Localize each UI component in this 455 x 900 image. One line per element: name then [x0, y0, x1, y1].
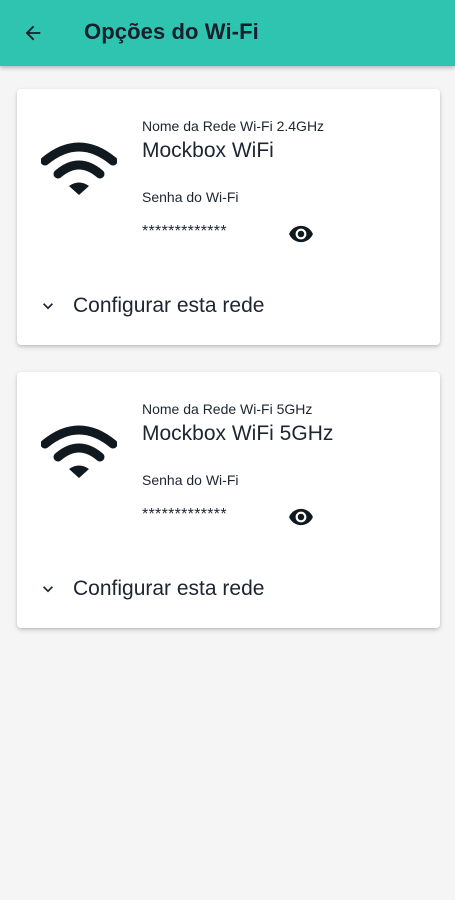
show-password-button[interactable]: [287, 505, 315, 529]
eye-icon: [289, 225, 313, 243]
network-ssid: Mockbox WiFi 5GHz: [142, 422, 334, 445]
wifi-network-card-2-4ghz: Nome da Rede Wi-Fi 2.4GHz Mockbox WiFi S…: [17, 89, 440, 345]
password-value: *************: [142, 223, 227, 240]
wifi-icon: [41, 425, 117, 478]
page-title: Opções do Wi-Fi: [84, 19, 259, 44]
chevron-down-icon: [37, 295, 59, 317]
configure-network-label: Configurar esta rede: [73, 577, 265, 600]
wifi-icon: [41, 142, 117, 195]
network-name-label: Nome da Rede Wi-Fi 2.4GHz: [142, 118, 325, 134]
eye-icon: [289, 508, 313, 526]
chevron-down-icon: [37, 578, 59, 600]
show-password-button[interactable]: [287, 222, 315, 246]
configure-network-label: Configurar esta rede: [73, 294, 265, 317]
app-bar: Opções do Wi-Fi: [0, 0, 455, 66]
password-value: *************: [142, 506, 227, 523]
configure-network-expander[interactable]: Configurar esta rede: [37, 574, 264, 604]
configure-network-expander[interactable]: Configurar esta rede: [37, 291, 264, 321]
password-label: Senha do Wi-Fi: [142, 189, 239, 205]
wifi-network-card-5ghz: Nome da Rede Wi-Fi 5GHz Mockbox WiFi 5GH…: [17, 372, 440, 628]
arrow-left-icon: [25, 25, 41, 41]
network-ssid: Mockbox WiFi: [142, 139, 274, 162]
password-label: Senha do Wi-Fi: [142, 472, 239, 488]
network-name-label: Nome da Rede Wi-Fi 5GHz: [142, 401, 313, 417]
back-button[interactable]: [20, 20, 46, 46]
